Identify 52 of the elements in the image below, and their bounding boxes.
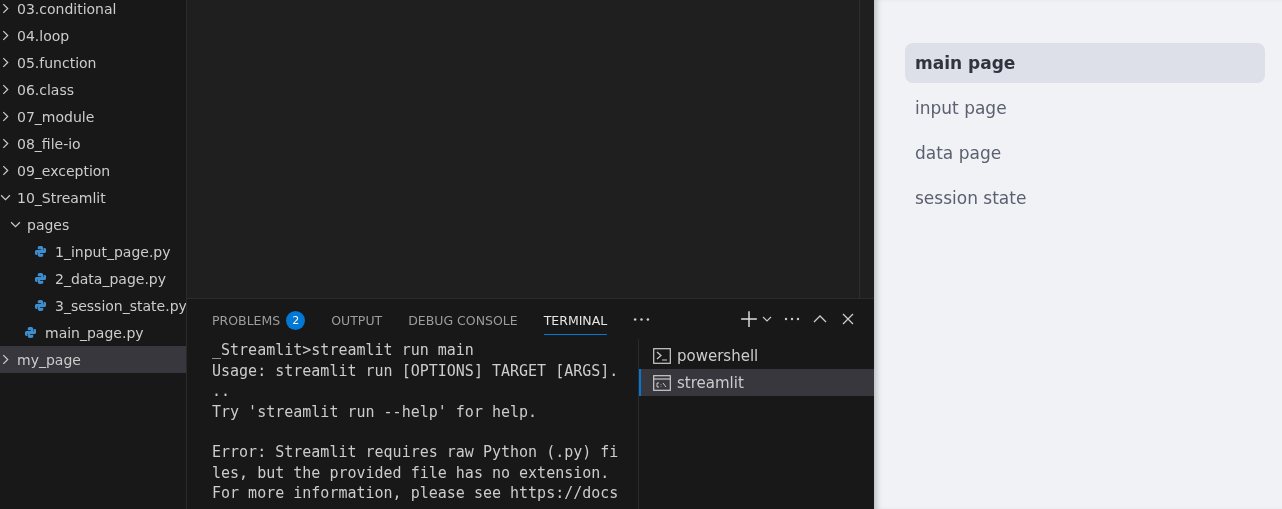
- nav-link[interactable]: data page: [905, 133, 1265, 173]
- terminal-item[interactable]: powershell: [639, 342, 874, 369]
- tree-item[interactable]: 2_data_page.py: [0, 265, 186, 292]
- panel-tab[interactable]: DEBUG CONSOLE: [408, 309, 518, 335]
- chevron-right-icon: [0, 84, 11, 95]
- chevron-right-icon: [0, 57, 11, 68]
- panel-tab[interactable]: PROBLEMS 2: [212, 307, 306, 337]
- chevron-right-icon: [0, 165, 11, 176]
- tree-item[interactable]: 1_input_page.py: [0, 238, 186, 265]
- nav-link[interactable]: main page: [905, 43, 1265, 83]
- chevron-down-icon[interactable]: [762, 314, 772, 324]
- terminal-line: For more information, please see https://docs: [212, 483, 620, 504]
- chevron-right-icon: [0, 111, 11, 122]
- terminal-line: Try 'streamlit run --help' for help.: [212, 401, 539, 422]
- tree-item[interactable]: 09_exception: [0, 157, 186, 184]
- tree-item[interactable]: 03.conditional: [0, 0, 186, 22]
- python-file-icon: [24, 326, 37, 339]
- terminal-line: Usage: streamlit run [OPTIONS] TARGET [ARGS].: [212, 360, 620, 381]
- terminal-line: _Streamlit>streamlit run main: [212, 340, 475, 361]
- nav-link[interactable]: session state: [905, 178, 1265, 218]
- plus-icon[interactable]: [740, 310, 758, 328]
- tree-item[interactable]: 08_file-io: [0, 130, 186, 157]
- chevron-right-icon: [0, 354, 11, 365]
- close-icon[interactable]: [840, 311, 856, 327]
- nav-link[interactable]: input page: [905, 88, 1265, 128]
- terminal-item[interactable]: streamlit: [639, 369, 874, 396]
- terminal-line: les, but the provided file has no extension.: [212, 462, 611, 483]
- tree-item[interactable]: 06.class: [0, 76, 186, 103]
- tree-item[interactable]: pages: [0, 211, 186, 238]
- python-file-icon: [34, 245, 47, 258]
- tree-item[interactable]: 10_Streamlit: [0, 184, 186, 211]
- python-file-icon: [34, 299, 47, 312]
- tree-item[interactable]: main_page.py: [0, 319, 186, 346]
- tree-item[interactable]: 05.function: [0, 49, 186, 76]
- panel-tab[interactable]: TERMINAL: [543, 309, 608, 335]
- chevron-down-icon: [10, 219, 21, 230]
- more-icon[interactable]: [633, 316, 651, 322]
- terminal-line: ..: [212, 381, 232, 402]
- python-file-icon: [34, 272, 47, 285]
- chevron-right-icon: [0, 3, 11, 14]
- chevron-right-icon: [0, 138, 11, 149]
- tree-item[interactable]: 07_module: [0, 103, 186, 130]
- chevron-down-icon: [0, 192, 11, 203]
- terminal-line: Error: Streamlit requires raw Python (.py) fi: [212, 442, 620, 463]
- chevron-right-icon: [0, 30, 11, 41]
- terminal-icon: [653, 347, 671, 364]
- tree-item[interactable]: 04.loop: [0, 22, 186, 49]
- tree-item[interactable]: 3_session_state.py: [0, 292, 186, 319]
- command-prompt-icon: [653, 374, 671, 391]
- count-badge: 2: [286, 311, 306, 330]
- panel-tab[interactable]: OUTPUT: [331, 309, 383, 335]
- tree-item[interactable]: my_page: [0, 346, 186, 373]
